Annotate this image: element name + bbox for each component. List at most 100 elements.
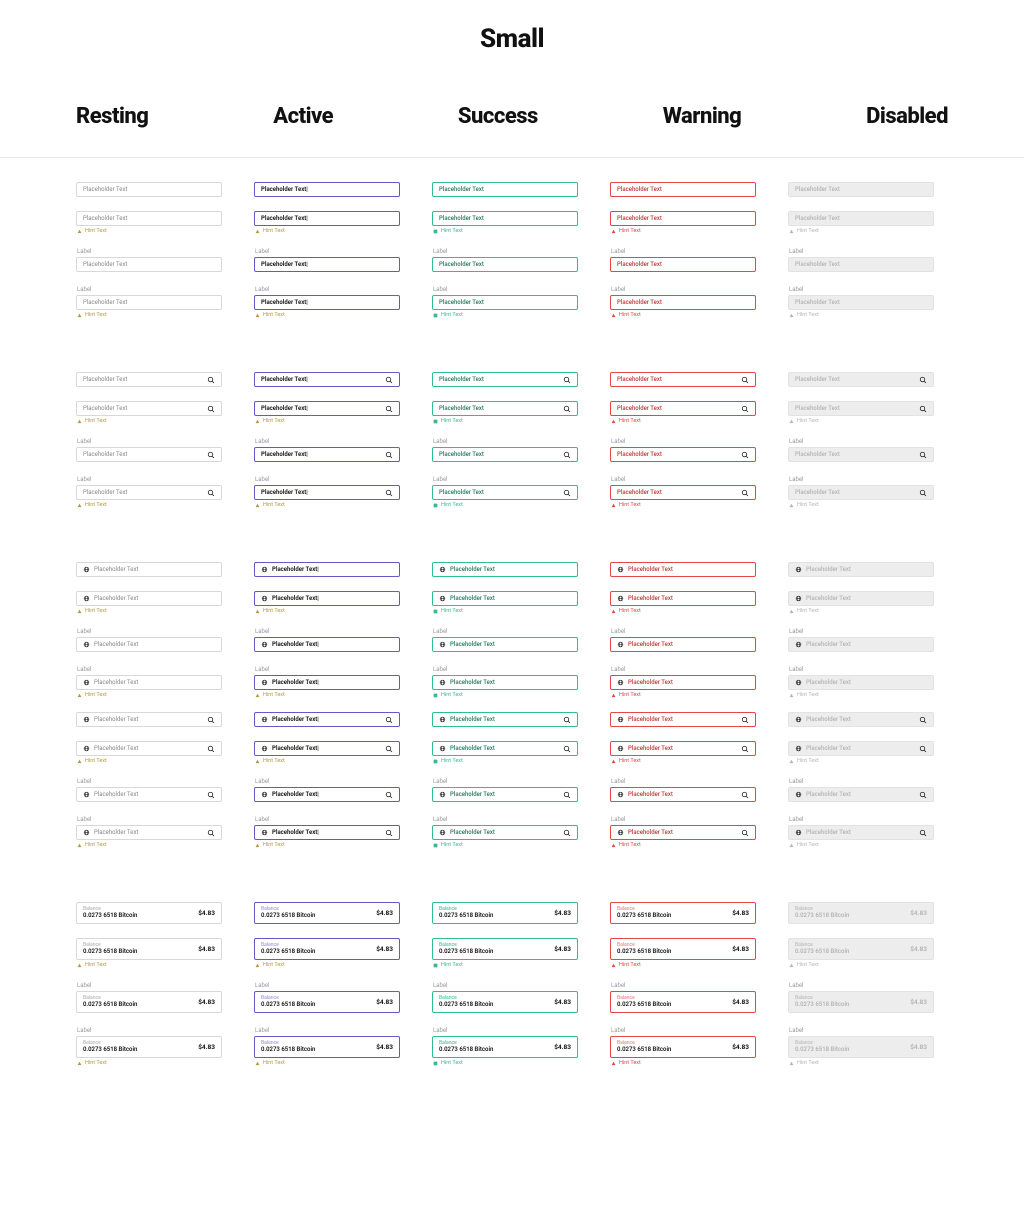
- text-input[interactable]: Placeholder Text: [76, 825, 222, 840]
- text-input[interactable]: Placeholder Text: [610, 675, 756, 690]
- text-input[interactable]: Placeholder Text: [76, 211, 222, 226]
- balance-input[interactable]: Balance 0.0273 6518 Bitcoin $4.83: [76, 938, 222, 960]
- placeholder-text: Placeholder Text: [628, 679, 673, 686]
- text-input[interactable]: Placeholder Text: [610, 741, 756, 756]
- text-input[interactable]: Placeholder Text: [432, 401, 578, 416]
- text-input[interactable]: Placeholder Text: [610, 825, 756, 840]
- balance-input[interactable]: Balance 0.0273 6518 Bitcoin $4.83: [254, 902, 400, 924]
- balance-input[interactable]: Balance 0.0273 6518 Bitcoin $4.83: [254, 991, 400, 1013]
- text-input[interactable]: Placeholder Text: [432, 591, 578, 606]
- text-input[interactable]: Placeholder Text: [76, 401, 222, 416]
- text-input[interactable]: Placeholder Text: [76, 372, 222, 387]
- text-input[interactable]: Placeholder Text|: [254, 637, 400, 652]
- balance-input[interactable]: Balance 0.0273 6518 Bitcoin $4.83: [610, 938, 756, 960]
- text-input[interactable]: Placeholder Text|: [254, 675, 400, 690]
- text-input[interactable]: Placeholder Text|: [254, 401, 400, 416]
- text-input[interactable]: Placeholder Text|: [254, 591, 400, 606]
- text-input[interactable]: Placeholder Text: [76, 562, 222, 577]
- variant-cell: Placeholder TextHint Text: [432, 591, 578, 614]
- text-input[interactable]: Placeholder Text: [76, 447, 222, 462]
- text-input[interactable]: Placeholder Text: [432, 741, 578, 756]
- text-input[interactable]: Placeholder Text|: [254, 182, 400, 197]
- text-input[interactable]: Placeholder Text|: [254, 295, 400, 310]
- text-input[interactable]: Placeholder Text|: [254, 257, 400, 272]
- balance-input[interactable]: Balance 0.0273 6518 Bitcoin $4.83: [254, 1036, 400, 1058]
- text-input[interactable]: Placeholder Text: [432, 562, 578, 577]
- text-input[interactable]: Placeholder Text: [76, 485, 222, 500]
- text-input[interactable]: Placeholder Text|: [254, 372, 400, 387]
- text-input[interactable]: Placeholder Text: [432, 211, 578, 226]
- placeholder-text: Placeholder Text: [439, 299, 484, 306]
- variant-cell: LabelPlaceholder Text: [610, 778, 756, 802]
- text-input[interactable]: Placeholder Text|: [254, 562, 400, 577]
- text-input[interactable]: Placeholder Text: [432, 182, 578, 197]
- text-input[interactable]: Placeholder Text: [76, 741, 222, 756]
- text-input[interactable]: Placeholder Text: [610, 182, 756, 197]
- hint-text: Hint Text: [788, 758, 934, 764]
- text-input[interactable]: Placeholder Text: [76, 712, 222, 727]
- balance-input[interactable]: Balance 0.0273 6518 Bitcoin $4.83: [610, 902, 756, 924]
- globe-icon: [795, 679, 802, 686]
- variant-cell: LabelPlaceholder TextHint Text: [432, 476, 578, 508]
- text-input[interactable]: Placeholder Text: [610, 447, 756, 462]
- text-input[interactable]: Placeholder Text: [610, 485, 756, 500]
- text-input[interactable]: Placeholder Text: [432, 825, 578, 840]
- globe-icon: [795, 745, 802, 752]
- balance-input[interactable]: Balance 0.0273 6518 Bitcoin $4.83: [610, 1036, 756, 1058]
- text-input[interactable]: Placeholder Text: [432, 637, 578, 652]
- placeholder-text: Placeholder Text: [795, 489, 840, 496]
- text-input[interactable]: Placeholder Text|: [254, 741, 400, 756]
- text-input[interactable]: Placeholder Text: [610, 637, 756, 652]
- balance-input[interactable]: Balance 0.0273 6518 Bitcoin $4.83: [432, 1036, 578, 1058]
- text-input[interactable]: Placeholder Text: [432, 447, 578, 462]
- search-icon: [919, 716, 927, 724]
- text-input[interactable]: Placeholder Text: [76, 591, 222, 606]
- search-icon: [385, 489, 393, 497]
- globe-icon: [261, 566, 268, 573]
- placeholder-text: Placeholder Text: [450, 595, 495, 602]
- globe-icon: [83, 745, 90, 752]
- balance-value: 0.0273 6518 Bitcoin: [795, 913, 927, 919]
- search-icon: [563, 829, 571, 837]
- text-input[interactable]: Placeholder Text|: [254, 447, 400, 462]
- variant-row: LabelPlaceholder TextHint TextLabelPlace…: [76, 666, 948, 698]
- text-input[interactable]: Placeholder Text: [432, 712, 578, 727]
- text-input[interactable]: Placeholder Text: [76, 675, 222, 690]
- text-input[interactable]: Placeholder Text: [76, 257, 222, 272]
- text-input[interactable]: Placeholder Text|: [254, 485, 400, 500]
- text-input[interactable]: Placeholder Text: [610, 562, 756, 577]
- balance-input[interactable]: Balance 0.0273 6518 Bitcoin $4.83: [432, 991, 578, 1013]
- text-input[interactable]: Placeholder Text: [432, 485, 578, 500]
- text-input[interactable]: Placeholder Text: [610, 295, 756, 310]
- balance-input[interactable]: Balance 0.0273 6518 Bitcoin $4.83: [76, 1036, 222, 1058]
- text-input[interactable]: Placeholder Text: [610, 211, 756, 226]
- text-input[interactable]: Placeholder Text: [76, 787, 222, 802]
- balance-input[interactable]: Balance 0.0273 6518 Bitcoin $4.83: [254, 938, 400, 960]
- text-input[interactable]: Placeholder Text: [610, 257, 756, 272]
- text-input[interactable]: Placeholder Text: [610, 401, 756, 416]
- hint-icon: [789, 693, 794, 698]
- text-input[interactable]: Placeholder Text: [76, 182, 222, 197]
- text-input[interactable]: Placeholder Text|: [254, 787, 400, 802]
- text-input[interactable]: Placeholder Text: [76, 637, 222, 652]
- text-input[interactable]: Placeholder Text: [432, 372, 578, 387]
- text-input[interactable]: Placeholder Text: [610, 372, 756, 387]
- text-input[interactable]: Placeholder Text: [432, 257, 578, 272]
- text-input[interactable]: Placeholder Text: [610, 787, 756, 802]
- text-input[interactable]: Placeholder Text: [610, 712, 756, 727]
- balance-input[interactable]: Balance 0.0273 6518 Bitcoin $4.83: [610, 991, 756, 1013]
- text-input[interactable]: Placeholder Text|: [254, 825, 400, 840]
- text-input[interactable]: Placeholder Text|: [254, 211, 400, 226]
- text-input[interactable]: Placeholder Text|: [254, 712, 400, 727]
- balance-input[interactable]: Balance 0.0273 6518 Bitcoin $4.83: [76, 991, 222, 1013]
- text-input[interactable]: Placeholder Text: [610, 591, 756, 606]
- placeholder-text: Placeholder Text: [94, 791, 138, 798]
- text-input[interactable]: Placeholder Text: [432, 787, 578, 802]
- balance-input[interactable]: Balance 0.0273 6518 Bitcoin $4.83: [76, 902, 222, 924]
- text-input[interactable]: Placeholder Text: [76, 295, 222, 310]
- balance-input[interactable]: Balance 0.0273 6518 Bitcoin $4.83: [432, 902, 578, 924]
- text-input[interactable]: Placeholder Text: [432, 675, 578, 690]
- balance-input[interactable]: Balance 0.0273 6518 Bitcoin $4.83: [432, 938, 578, 960]
- search-icon: [207, 376, 215, 384]
- text-input[interactable]: Placeholder Text: [432, 295, 578, 310]
